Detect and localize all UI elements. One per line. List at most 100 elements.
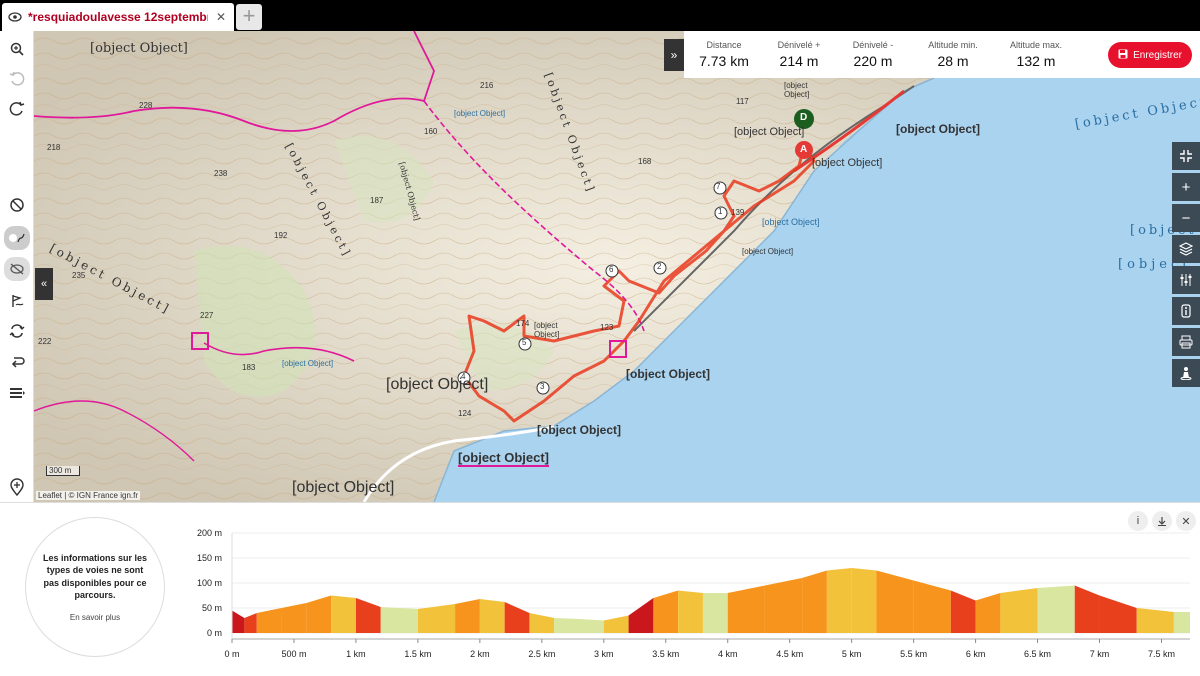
stat-distance: Distance 7.73 km (694, 40, 754, 69)
profile-segment (244, 613, 257, 633)
stat-label: Altitude max. (1009, 40, 1063, 50)
profile-segment (1074, 585, 1100, 633)
profile-segment (702, 593, 728, 633)
label-port-vesse: [object Object] (458, 450, 550, 467)
label-nolon: [object Object] (292, 479, 395, 496)
new-tab-button[interactable]: + (236, 4, 262, 30)
map-attribution[interactable]: Leaflet | © IGN France ign.fr (36, 491, 141, 500)
profile-segment (975, 593, 1001, 633)
hide-route-icon[interactable] (4, 257, 30, 281)
end-marker[interactable]: A (800, 144, 807, 155)
zoom-search-icon[interactable] (5, 37, 29, 61)
waypoint-2[interactable]: 2 (657, 262, 661, 271)
profile-segment (678, 590, 703, 633)
profile-segment (653, 590, 679, 633)
profile-segment (826, 568, 852, 633)
profile-segment (504, 602, 530, 633)
start-marker[interactable]: D (800, 112, 807, 123)
menu-icon[interactable] (5, 381, 29, 405)
label-cit: [object Object] (454, 109, 506, 118)
spot-height: 222 (38, 337, 52, 346)
spot-height: 160 (424, 127, 438, 136)
map-view[interactable]: 7 1 2 6 5 4 3 D A [object Object] [objec… (34, 31, 1200, 502)
profile-segment (1037, 585, 1075, 633)
profile-segment (1173, 612, 1190, 633)
waypoint-6[interactable]: 6 (609, 265, 613, 274)
x-tick-label: 1.5 km (404, 649, 431, 659)
info-icon (1181, 304, 1191, 318)
save-button[interactable]: Enregistrer (1108, 42, 1192, 68)
waypoint-3[interactable]: 3 (540, 382, 544, 391)
return-route-icon[interactable] (5, 349, 29, 373)
elevation-chart[interactable]: 200 m 150 m 100 m 50 m 0 m 0 m 500 m 1 km 1.5 km… (0, 503, 1200, 676)
profile-segment (1099, 595, 1137, 633)
profile-segment (256, 608, 282, 633)
reverse-route-icon[interactable] (5, 319, 29, 343)
profile-segment (232, 610, 245, 633)
route-mode-toggle[interactable] (4, 226, 30, 250)
stat-value: 214 m (779, 53, 819, 69)
redo-icon[interactable] (5, 97, 29, 121)
spot-height: 238 (214, 169, 228, 178)
profile-segment (603, 615, 629, 633)
label-pointe-corbiere: [object Object] (896, 122, 981, 136)
save-icon (1118, 49, 1128, 62)
add-poi-icon[interactable] (5, 475, 29, 499)
collapse-toolbar-button[interactable]: « (35, 268, 53, 300)
profile-segment (802, 570, 827, 633)
spot-height: 174 (516, 319, 530, 328)
profile-segment (529, 613, 555, 633)
spot-height: 228 (139, 101, 153, 110)
zoom-in-button[interactable]: + (1172, 173, 1200, 201)
spot-height: 187 (370, 196, 384, 205)
x-tick-label: 7 km (1090, 649, 1110, 659)
spot-height: 235 (72, 271, 86, 280)
undo-icon[interactable] (5, 67, 29, 91)
info-button[interactable] (1172, 297, 1200, 325)
layers-button[interactable] (1172, 235, 1200, 263)
profile-segment (628, 598, 654, 633)
stat-elevation-loss: Dénivelé - 220 m (842, 40, 904, 69)
label-establon: [object Object] (734, 126, 805, 138)
profile-segment (306, 595, 332, 633)
tab-title: *resquiadoulavesse 12septembre22 (28, 10, 208, 24)
fit-route-button[interactable] (1172, 142, 1200, 170)
waypoint-5[interactable]: 5 (522, 338, 526, 347)
label-carbonniere: [object Object] (90, 41, 188, 56)
profile-segment (417, 604, 456, 633)
zoom-out-button[interactable]: − (1172, 204, 1200, 232)
x-tick-label: 3.5 km (652, 649, 679, 659)
waypoint-7[interactable]: 7 (716, 182, 720, 191)
no-routing-icon[interactable] (5, 193, 29, 217)
settings-sliders-button[interactable] (1172, 266, 1200, 294)
profile-segment (876, 570, 914, 633)
route-stats-panel: Distance 7.73 km Dénivelé + 214 m Dénive… (684, 31, 1200, 78)
profile-segment (913, 580, 951, 633)
collapse-stats-button[interactable]: » (664, 39, 684, 71)
spot-height: 124 (458, 409, 472, 418)
spot-height: 216 (480, 81, 494, 90)
profile-segment (579, 619, 604, 633)
spot-height: 168 (638, 157, 652, 166)
print-button[interactable] (1172, 328, 1200, 356)
x-tick-label: 6 km (966, 649, 986, 659)
spot-height: 139 (731, 208, 745, 217)
eye-icon[interactable] (8, 10, 22, 24)
label-feu: [object Object] (742, 247, 794, 256)
stat-label: Altitude min. (928, 40, 978, 50)
flag-route-icon[interactable] (5, 289, 29, 313)
close-tab-icon[interactable]: ✕ (214, 10, 228, 24)
save-label: Enregistrer (1133, 49, 1182, 61)
tab-active[interactable]: *resquiadoulavesse 12septembre22 ✕ (2, 3, 234, 31)
x-tick-label: 500 m (281, 649, 306, 659)
y-tick-label: 200 m (197, 528, 222, 538)
waypoint-1[interactable]: 1 (718, 207, 722, 216)
x-tick-label: 1 km (346, 649, 366, 659)
left-toolbar (0, 31, 34, 502)
stat-label: Dénivelé - (852, 40, 894, 50)
spot-height: 183 (242, 363, 256, 372)
x-tick-label: 4.5 km (776, 649, 803, 659)
x-tick-label: 3 km (594, 649, 614, 659)
street-view-button[interactable] (1172, 359, 1200, 387)
y-tick-label: 50 m (202, 603, 222, 613)
